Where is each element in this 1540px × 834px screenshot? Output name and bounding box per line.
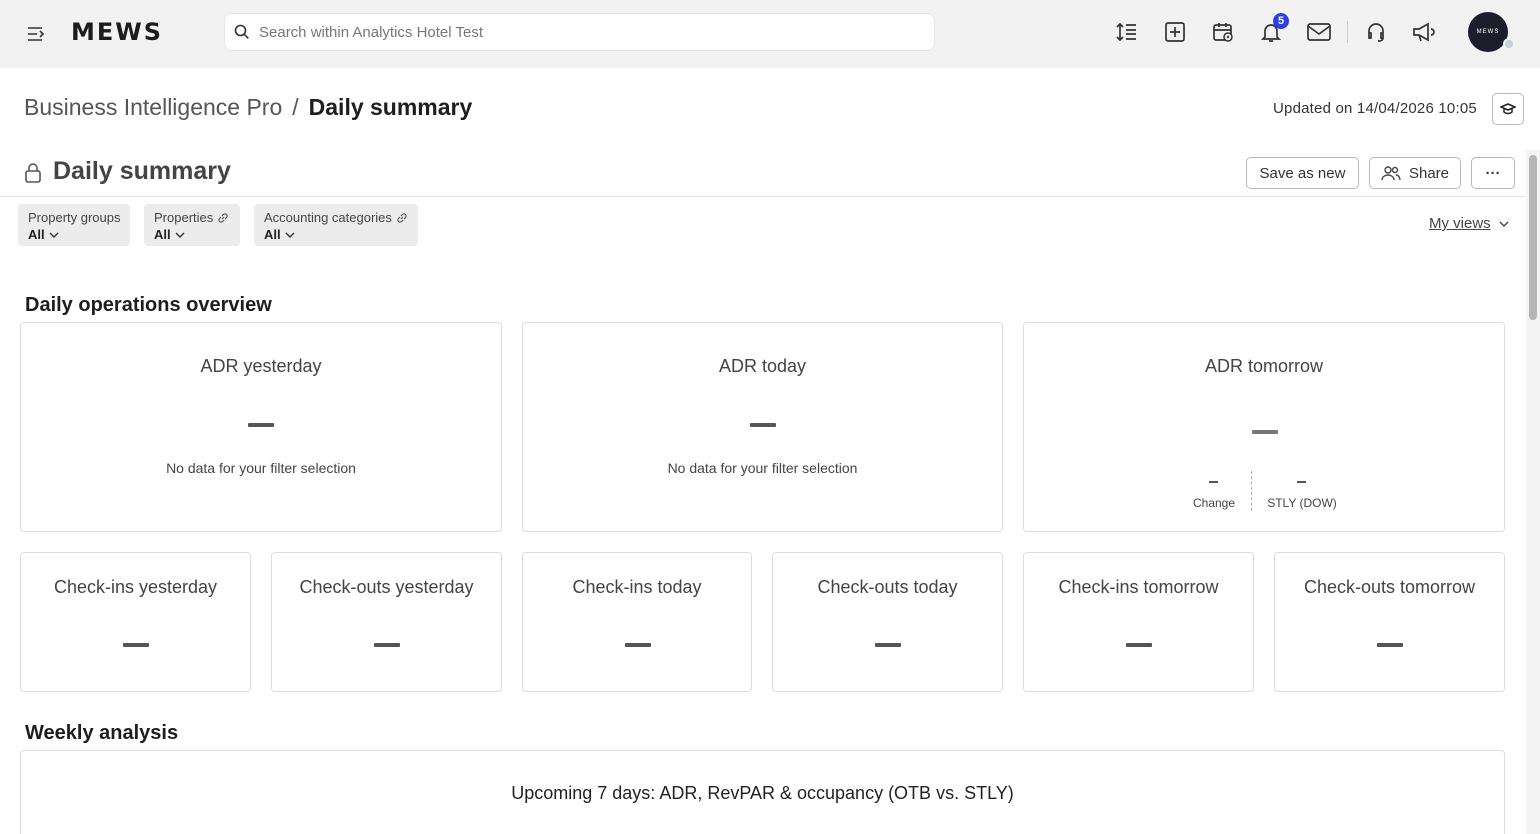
add-icon[interactable]	[1159, 16, 1191, 48]
more-options-button[interactable]: ···	[1471, 157, 1515, 189]
empty-value	[123, 643, 149, 647]
empty-value	[248, 423, 274, 427]
card-title: ADR yesterday	[200, 356, 322, 376]
updated-timestamp: Updated on 14/04/2026 10:05	[1273, 100, 1477, 117]
line-height-icon[interactable]	[1111, 16, 1143, 48]
breadcrumb-parent[interactable]: Business Intelligence Pro	[24, 94, 282, 120]
adr-yesterday-card: ADR yesterday No data for your filter se…	[20, 322, 502, 532]
card-title: ADR tomorrow	[1204, 356, 1324, 376]
filter-properties[interactable]: Properties All	[144, 204, 240, 246]
search-box[interactable]	[224, 13, 935, 51]
my-views-dropdown[interactable]: My views	[1429, 215, 1509, 232]
filter-label: Accounting categories	[264, 210, 392, 225]
report-title: Daily summary	[53, 157, 231, 185]
lock-icon	[24, 162, 42, 189]
filter-value: All	[154, 227, 171, 242]
scrollbar-thumb[interactable]	[1529, 155, 1537, 320]
breadcrumb: Business Intelligence Pro / Daily summary	[24, 94, 472, 121]
chart-title: Upcoming 7 days: ADR, RevPAR & occupancy…	[511, 783, 1014, 803]
mail-icon[interactable]	[1303, 16, 1335, 48]
checkouts-today-card: Check-outs today	[772, 552, 1003, 692]
chevron-down-icon	[175, 232, 185, 238]
card-title: Check-outs yesterday	[299, 577, 474, 597]
adr-today-card: ADR today No data for your filter select…	[522, 322, 1003, 532]
no-data-message: No data for your filter selection	[166, 460, 356, 476]
users-icon	[1381, 166, 1401, 181]
card-title: Check-ins tomorrow	[1058, 577, 1219, 597]
empty-value	[374, 643, 400, 647]
empty-value	[750, 423, 776, 427]
checkouts-tomorrow-card: Check-outs tomorrow	[1274, 552, 1505, 692]
chevron-down-icon	[1499, 221, 1509, 227]
calendar-view-icon[interactable]	[1207, 16, 1239, 48]
top-bar: MEWS 5 MEWS	[0, 0, 1540, 68]
mews-logo[interactable]: MEWS	[71, 18, 163, 46]
filter-accounting-categories[interactable]: Accounting categories All	[254, 204, 418, 246]
empty-value	[1252, 430, 1278, 434]
checkins-today-card: Check-ins today	[522, 552, 752, 692]
checkouts-yesterday-card: Check-outs yesterday	[271, 552, 502, 692]
change-label: Change	[1192, 496, 1236, 510]
support-icon[interactable]	[1360, 16, 1392, 48]
link-icon	[397, 212, 407, 223]
breadcrumb-current: Daily summary	[308, 94, 473, 120]
search-input[interactable]	[259, 14, 919, 50]
graduation-cap-icon	[1500, 103, 1516, 115]
filter-value: All	[264, 227, 281, 242]
toolbar-divider	[1347, 21, 1348, 43]
empty-value	[1377, 643, 1403, 647]
filter-label: Property groups	[28, 210, 121, 225]
announcements-icon[interactable]	[1408, 16, 1440, 48]
save-as-new-button[interactable]: Save as new	[1246, 157, 1359, 189]
stly-label: STLY (DOW)	[1267, 496, 1337, 510]
weekly-chart-card: Upcoming 7 days: ADR, RevPAR & occupancy…	[20, 750, 1505, 834]
menu-icon[interactable]	[22, 20, 50, 48]
empty-value	[625, 643, 651, 647]
empty-value	[875, 643, 901, 647]
card-title: Check-outs tomorrow	[1303, 577, 1476, 597]
card-title: Check-ins today	[572, 577, 702, 597]
checkins-tomorrow-card: Check-ins tomorrow	[1023, 552, 1254, 692]
filter-value: All	[28, 227, 45, 242]
change-value	[1209, 481, 1218, 483]
kpi-divider	[1251, 471, 1252, 511]
filter-label: Properties	[154, 210, 214, 225]
user-avatar[interactable]: MEWS	[1468, 12, 1508, 52]
chevron-down-icon	[49, 232, 59, 238]
checkins-yesterday-card: Check-ins yesterday	[20, 552, 251, 692]
section-title-daily: Daily operations overview	[25, 294, 272, 316]
stly-value	[1297, 481, 1306, 483]
card-title: ADR today	[718, 356, 807, 376]
card-title: Check-outs today	[817, 577, 958, 597]
section-title-weekly: Weekly analysis	[25, 722, 179, 744]
no-data-message: No data for your filter selection	[667, 460, 858, 476]
learn-button[interactable]	[1492, 93, 1524, 125]
header-divider	[0, 196, 1525, 197]
my-views-label: My views	[1429, 215, 1491, 232]
empty-value	[1126, 643, 1152, 647]
notification-badge: 5	[1273, 13, 1289, 29]
filter-property-groups[interactable]: Property groups All	[18, 204, 130, 246]
adr-tomorrow-card: ADR tomorrow Change STLY (DOW)	[1023, 322, 1505, 532]
share-button[interactable]: Share	[1369, 157, 1461, 189]
avatar-status-icon	[1503, 38, 1515, 50]
card-title: Check-ins yesterday	[53, 577, 218, 597]
share-label: Share	[1408, 164, 1450, 182]
breadcrumb-separator: /	[292, 94, 299, 120]
link-icon	[218, 212, 228, 223]
chevron-down-icon	[285, 232, 295, 238]
search-icon	[233, 23, 251, 46]
